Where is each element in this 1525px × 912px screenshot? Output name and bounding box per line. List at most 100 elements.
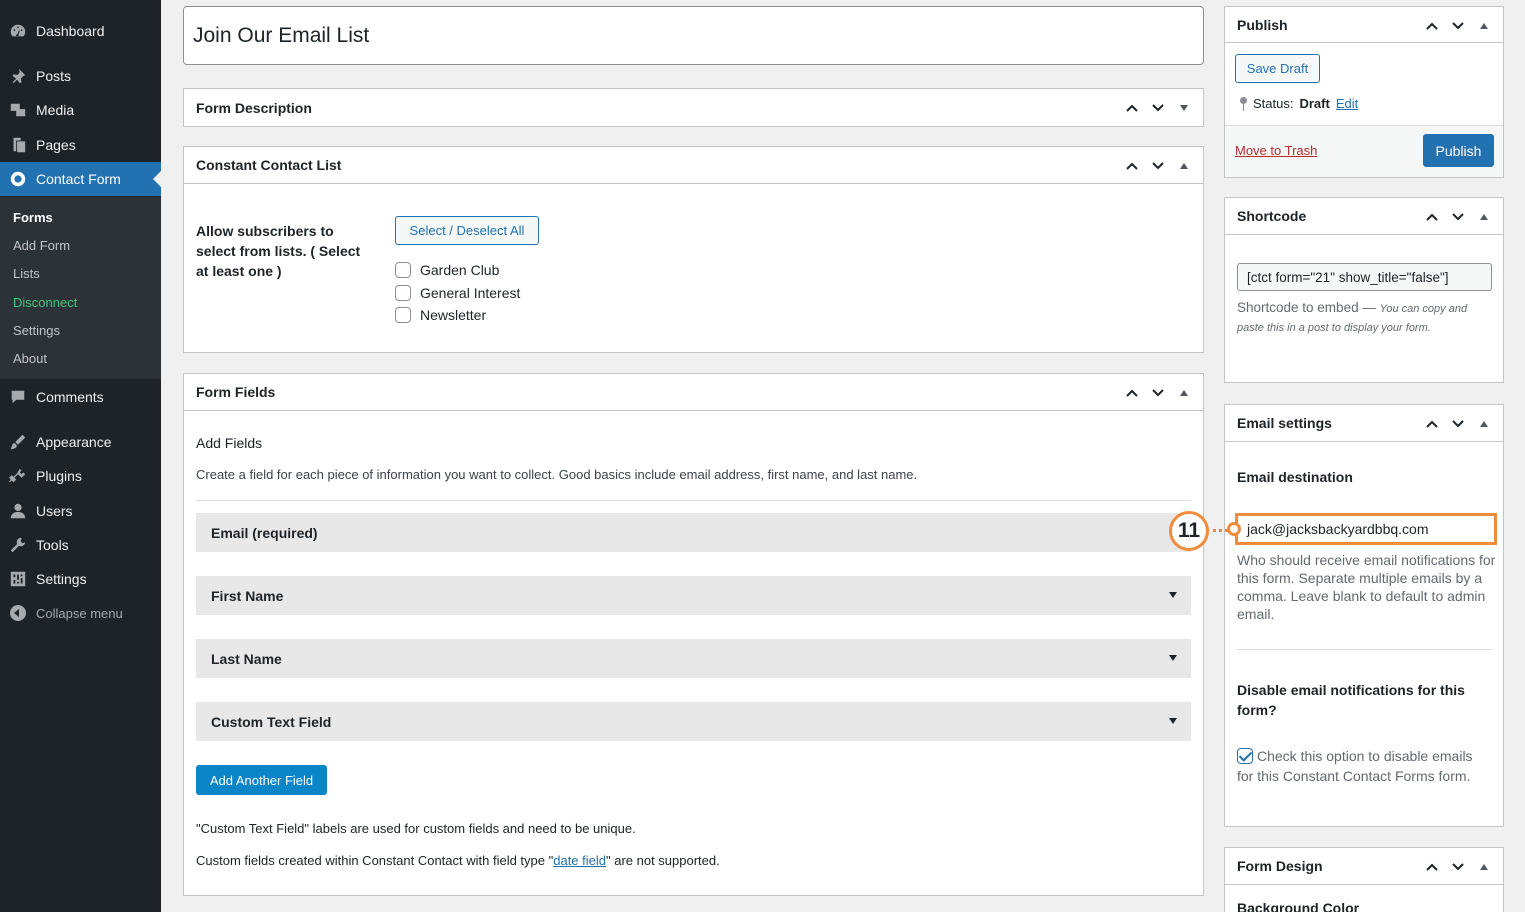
dashboard-icon xyxy=(0,22,36,40)
move-up-icon[interactable] xyxy=(1421,413,1443,435)
list-option-garden-club[interactable]: Garden Club xyxy=(395,262,499,278)
move-down-icon[interactable] xyxy=(1447,206,1469,228)
box-title: Form Fields xyxy=(196,384,276,400)
menu-contact-form[interactable]: Contact Form xyxy=(0,162,161,196)
cc-list-header[interactable]: Constant Contact List xyxy=(184,147,1203,184)
menu-tools[interactable]: Tools xyxy=(0,528,161,562)
disable-notifications-checkbox[interactable] xyxy=(1237,748,1253,764)
checkbox[interactable] xyxy=(395,285,411,301)
email-settings-box: Email settings Email destination jack@ja… xyxy=(1224,404,1504,827)
pin-icon xyxy=(0,67,36,85)
disable-notifications-option[interactable]: Check this option to disable emails for … xyxy=(1237,746,1487,786)
collapse-label: Collapse menu xyxy=(36,605,123,621)
shortcode-value: [ctct form="21" show_title="false"] xyxy=(1247,269,1449,285)
annotation-anchor xyxy=(1227,522,1241,536)
submenu-settings[interactable]: Settings xyxy=(13,323,60,338)
divider xyxy=(1237,649,1492,650)
checkbox[interactable] xyxy=(395,307,411,323)
caret-down-icon[interactable] xyxy=(1169,655,1177,661)
submenu-add-form[interactable]: Add Form xyxy=(13,238,70,253)
publish-header[interactable]: Publish xyxy=(1225,7,1503,43)
publish-button[interactable]: Publish xyxy=(1423,134,1494,167)
move-down-icon[interactable] xyxy=(1447,15,1469,37)
form-design-header[interactable]: Form Design xyxy=(1225,848,1503,885)
shortcode-box: Shortcode [ctct form="21" show_title="fa… xyxy=(1224,197,1504,383)
move-up-icon[interactable] xyxy=(1121,155,1143,177)
admin-sidebar: Dashboard Posts Media Pages Contact Form… xyxy=(0,0,161,912)
edit-status-link[interactable]: Edit xyxy=(1336,96,1358,111)
menu-settings[interactable]: Settings xyxy=(0,562,161,596)
add-another-field-button[interactable]: Add Another Field xyxy=(196,765,327,795)
box-title: Email settings xyxy=(1237,415,1332,431)
move-down-icon[interactable] xyxy=(1147,155,1169,177)
collapse-menu-button[interactable]: Collapse menu xyxy=(0,598,161,628)
disable-notifications-label: Disable email notifications for this for… xyxy=(1237,682,1465,718)
form-fields-header[interactable]: Form Fields xyxy=(184,374,1203,411)
list-option-general-interest[interactable]: General Interest xyxy=(395,285,520,301)
shortcode-field[interactable]: [ctct form="21" show_title="false"] xyxy=(1237,263,1492,291)
move-down-icon[interactable] xyxy=(1147,382,1169,404)
form-description-header[interactable]: Form Description xyxy=(184,89,1203,126)
list-option-newsletter[interactable]: Newsletter xyxy=(395,307,486,323)
form-design-box: Form Design Background Color xyxy=(1224,847,1504,912)
move-up-icon[interactable] xyxy=(1121,97,1143,119)
toggle-panel-icon[interactable] xyxy=(1473,413,1495,435)
move-down-icon[interactable] xyxy=(1447,413,1469,435)
move-to-trash-link[interactable]: Move to Trash xyxy=(1235,143,1317,158)
menu-users[interactable]: Users xyxy=(0,494,161,528)
form-description-box: Form Description xyxy=(183,88,1204,127)
menu-posts[interactable]: Posts xyxy=(0,59,161,93)
toggle-panel-icon[interactable] xyxy=(1173,382,1195,404)
move-up-icon[interactable] xyxy=(1421,206,1443,228)
wrench-icon xyxy=(0,536,36,554)
menu-comments[interactable]: Comments xyxy=(0,380,161,414)
move-up-icon[interactable] xyxy=(1421,856,1443,878)
menu-label: Contact Form xyxy=(36,171,121,187)
date-field-link[interactable]: date field xyxy=(553,853,606,868)
menu-label: Appearance xyxy=(36,434,112,450)
submenu-lists[interactable]: Lists xyxy=(13,266,40,281)
menu-dashboard[interactable]: Dashboard xyxy=(0,14,161,48)
menu-label: Media xyxy=(36,102,75,118)
move-up-icon[interactable] xyxy=(1421,15,1443,37)
submenu-about[interactable]: About xyxy=(13,351,47,366)
menu-label: Plugins xyxy=(36,468,82,484)
collapse-icon xyxy=(0,605,36,621)
toggle-panel-icon[interactable] xyxy=(1473,206,1495,228)
box-title: Form Design xyxy=(1237,858,1323,874)
toggle-panel-icon[interactable] xyxy=(1473,856,1495,878)
contact-form-icon xyxy=(0,170,36,188)
menu-appearance[interactable]: Appearance xyxy=(0,425,161,459)
field-custom-text[interactable]: Custom Text Field xyxy=(196,702,1191,741)
list-option-label: Newsletter xyxy=(420,307,487,323)
comments-icon xyxy=(0,388,36,406)
toggle-panel-icon[interactable] xyxy=(1173,97,1195,119)
field-label: Last Name xyxy=(211,650,282,667)
toggle-panel-icon[interactable] xyxy=(1473,15,1495,37)
select-deselect-all-button[interactable]: Select / Deselect All xyxy=(395,216,539,245)
shortcode-header[interactable]: Shortcode xyxy=(1225,198,1503,235)
caret-down-icon[interactable] xyxy=(1169,718,1177,724)
menu-media[interactable]: Media xyxy=(0,93,161,127)
form-fields-box: Form Fields Add Fields Create a field fo… xyxy=(183,373,1204,896)
pin-icon xyxy=(1239,96,1247,111)
field-last-name[interactable]: Last Name xyxy=(196,639,1191,678)
move-up-icon[interactable] xyxy=(1121,382,1143,404)
submenu-forms[interactable]: Forms xyxy=(13,210,53,225)
field-first-name[interactable]: First Name xyxy=(196,576,1191,615)
pages-icon xyxy=(0,136,36,154)
checkbox[interactable] xyxy=(395,262,411,278)
caret-down-icon[interactable] xyxy=(1169,592,1177,598)
toggle-panel-icon[interactable] xyxy=(1173,155,1195,177)
menu-pages[interactable]: Pages xyxy=(0,128,161,162)
note-prefix: Custom fields created within Constant Co… xyxy=(196,853,554,868)
move-down-icon[interactable] xyxy=(1147,97,1169,119)
email-settings-header[interactable]: Email settings xyxy=(1225,405,1503,442)
submenu-disconnect[interactable]: Disconnect xyxy=(13,295,77,310)
menu-plugins[interactable]: Plugins xyxy=(0,459,161,493)
save-draft-button[interactable]: Save Draft xyxy=(1235,54,1320,83)
move-down-icon[interactable] xyxy=(1447,856,1469,878)
email-destination-input[interactable]: jack@jacksbackyardbbq.com xyxy=(1235,513,1497,545)
field-email[interactable]: Email (required) xyxy=(196,513,1191,552)
form-title-input[interactable]: Join Our Email List xyxy=(183,6,1204,65)
